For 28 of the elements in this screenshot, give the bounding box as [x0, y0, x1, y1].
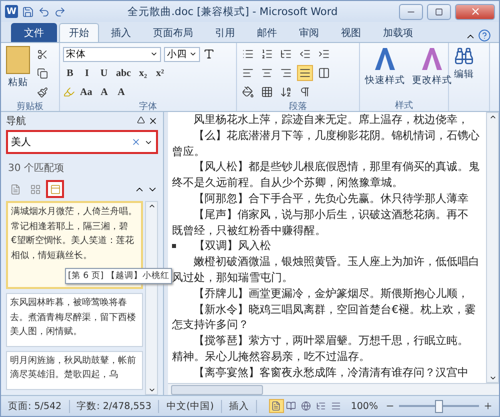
document-line: 【阿那忽】合下手合平，先负心先赢。休只待学那人薄幸 [192, 190, 469, 207]
document-line: 精神。呆心儿掩然容易亲，吃不过温存。 [172, 348, 370, 365]
document-line: 【乔牌儿】画堂更漏冷，金炉篆烟尽。斯偎斯抱心儿顺， [192, 286, 469, 302]
word-logo: W [5, 5, 18, 18]
status-text: 页面: 5/542 [1, 400, 70, 412]
window-title: 全元散曲.doc [兼容模式] - Microsoft Word [126, 4, 339, 18]
document-line: 【尾声】俏家风，说与那小后生，识破这酒愁花病。再不 [192, 206, 469, 223]
group-label: 段落 [288, 100, 308, 112]
document-line: 怎支持许多问？ [172, 317, 249, 334]
document-line: 【风人松】都是些钞儿根底假恩情，那里有倘买的真诚。鬼 [192, 159, 480, 176]
document-line: 风里杨花水上萍，踪迹自来无定。席上温存，枕边侥幸， [192, 112, 469, 128]
group-label: 剪贴板 [16, 100, 44, 112]
match-count: 30 个匹配项 [7, 162, 65, 176]
group-label: 样式 [394, 100, 414, 111]
pane-title: 导航 [6, 114, 26, 128]
document-line: 【离亭宴煞】客窗夜永愁成阵，冷清清有谁存问？汉宫中 [192, 364, 469, 381]
document-line: 嫩橙初破酒微温，银烛照黄昏。玉人座上为加许，低低唱白 [192, 254, 480, 270]
document-line: 终不是久远前程。自从少个苏卿，闲煞豫章城。 [172, 175, 403, 191]
document-line: 【么】花底潜潜月下等，几度柳影花阴。锦机情词，石镌心 [192, 128, 480, 144]
document-line: 【双调】风入松 [194, 238, 271, 254]
document-line: 既曾经，只被红粉香中赚得醒。 [172, 222, 326, 238]
document-line: 风过处，那知瑞雪屯门。 [172, 270, 293, 286]
tooltip: [第 6 页] 【越调】小桃红 [65, 268, 172, 284]
document-line: 【新水令】晓鸡三唱凤离群，空回首楚台€褪。枕上欢，霎 [192, 302, 476, 318]
group-label: 字体 [138, 100, 158, 112]
document-line: 曾应。 [172, 144, 205, 160]
document-line: 【搅筝琶】萦方寸，两叶翠眉颦。万想千思，行眠立盹。 [192, 333, 469, 349]
status-text: 字数: 2/478,553 [70, 400, 160, 412]
